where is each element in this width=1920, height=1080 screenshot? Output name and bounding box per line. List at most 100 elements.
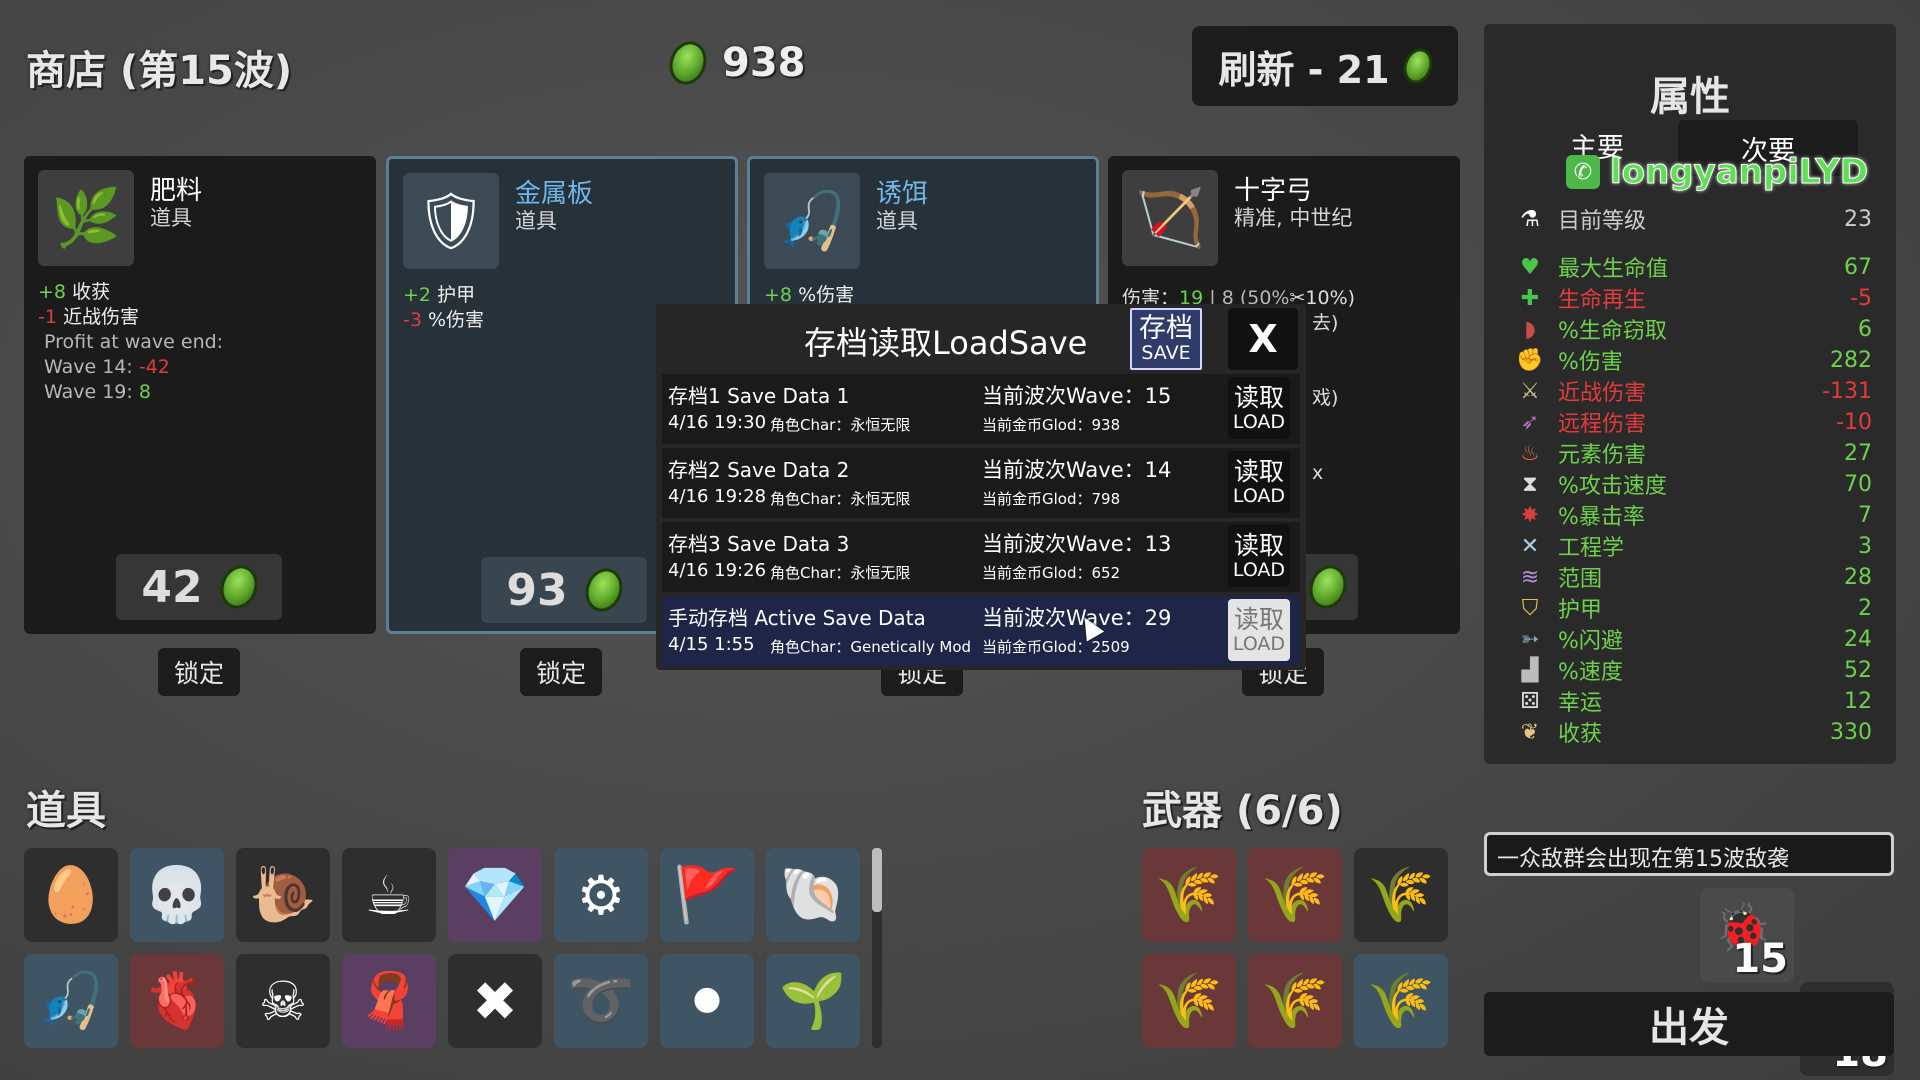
save-wave: 当前波次Wave：14 xyxy=(982,458,1172,482)
stat-row: ✊ %伤害 282 xyxy=(1510,345,1872,376)
close-button[interactable]: X xyxy=(1228,308,1298,370)
buy-button[interactable] xyxy=(1298,554,1358,620)
item-type: 道具 xyxy=(150,206,192,230)
save-time: 4/16 19:26 xyxy=(668,560,767,581)
level-icon: ⚗ xyxy=(1520,206,1540,232)
profit-row: Wave 14: -42 xyxy=(44,356,170,378)
snail-shell-icon[interactable]: 🐌 xyxy=(236,848,330,942)
save-time: 4/16 19:28 xyxy=(668,486,767,507)
stat-value: 23 xyxy=(1844,206,1872,232)
stat-label: %攻击速度 xyxy=(1558,474,1667,499)
stat-value: -1 xyxy=(38,306,57,328)
rainbow-egg-icon[interactable]: 🥚 xyxy=(24,848,118,942)
material-coin-icon xyxy=(663,36,713,90)
stat-row: ⛉ 护甲 2 xyxy=(1510,593,1872,624)
rope-icon[interactable]: ➰ xyxy=(554,954,648,1048)
load-button[interactable]: 读取 LOAD xyxy=(1228,525,1290,587)
stat-value: 28 xyxy=(1844,564,1872,590)
save-name: 手动存档 Active Save Data xyxy=(668,606,926,630)
stat-label: 收获 xyxy=(72,281,111,303)
save-slot-row: 存档2 Save Data 2 4/16 19:28 角色Char：永恒无限 当… xyxy=(662,448,1300,518)
stat-row: ✕ 工程学 3 xyxy=(1510,531,1872,562)
stat-label: 护甲 xyxy=(1558,598,1603,623)
stat-value: 27 xyxy=(1844,440,1872,466)
active-save-row: 手动存档 Active Save Data 4/15 1:55 角色Char：G… xyxy=(662,596,1300,666)
plant-staff-icon[interactable]: 🌾 xyxy=(1142,848,1236,942)
wechat-icon: ✆ xyxy=(1566,155,1600,189)
shop-title: 商店 (第15波) xyxy=(26,48,293,94)
shop-card-fertilizer[interactable]: 🌿 肥料 道具 +8 收获 -1 近战伤害 Profit at wave end… xyxy=(24,156,376,634)
buy-button[interactable]: 93 xyxy=(481,557,647,623)
heart-plus-icon: ✚ xyxy=(1520,285,1540,311)
plant-staff-icon[interactable]: 🌾 xyxy=(1354,848,1448,942)
stat-label: 幸运 xyxy=(1558,691,1603,716)
hourglass-icon: ⧗ xyxy=(1522,471,1538,497)
load-button[interactable]: 读取 LOAD xyxy=(1228,599,1290,661)
bow-icon: ➶ xyxy=(1520,409,1540,435)
enemy-slot: 🐞 15 xyxy=(1700,888,1794,982)
stat-value: 24 xyxy=(1844,626,1872,652)
plant-staff-icon[interactable]: 🌾 xyxy=(1142,954,1236,1048)
lock-button[interactable]: 锁定 xyxy=(520,648,602,696)
coffee-cup-icon[interactable]: ☕ xyxy=(342,848,436,942)
items-scrollbar[interactable] xyxy=(872,848,882,1048)
lock-button[interactable]: 锁定 xyxy=(158,648,240,696)
save-load-modal: 存档读取LoadSave 存档 SAVE X 存档1 Save Data 1 4… xyxy=(656,304,1306,670)
stat-value: +8 xyxy=(764,284,793,306)
load-button[interactable]: 读取 LOAD xyxy=(1228,377,1290,439)
stat-value: 52 xyxy=(1844,657,1872,683)
lure-icon[interactable]: 🎣 xyxy=(24,954,118,1048)
stat-label: 工程学 xyxy=(1558,536,1625,561)
stat-value: +2 xyxy=(403,284,432,306)
save-button[interactable]: 存档 SAVE xyxy=(1130,308,1202,370)
stat-value: +8 xyxy=(38,281,67,303)
plant-staff-icon[interactable]: 🌾 xyxy=(1354,954,1448,1048)
garden-bed-icon[interactable]: 🌱 xyxy=(766,954,860,1048)
profit-row: Wave 19: 8 xyxy=(44,381,151,403)
red-bandana-icon[interactable]: 🧣 xyxy=(342,954,436,1048)
gold-amount: 938 xyxy=(722,40,806,86)
range-scaling-icon: ) xyxy=(1347,287,1356,309)
stat-label: %伤害 xyxy=(428,309,485,331)
stat-label: 近战伤害 xyxy=(1558,381,1647,406)
go-button[interactable]: 出发 xyxy=(1484,992,1894,1056)
load-button[interactable]: 读取 LOAD xyxy=(1228,451,1290,513)
white-mask-icon[interactable]: 💀 xyxy=(130,848,224,942)
material-coin-icon xyxy=(214,560,264,614)
crit-icon: ✸ xyxy=(1520,502,1540,528)
shell-clam-icon[interactable]: 🐚 xyxy=(766,848,860,942)
skull-icon[interactable]: ☠ xyxy=(236,954,330,1048)
save-wave: 当前波次Wave：15 xyxy=(982,384,1172,408)
red-banner-icon[interactable]: 🚩 xyxy=(660,848,754,942)
green-gems-icon[interactable]: 💎 xyxy=(448,848,542,942)
stat-label: 元素伤害 xyxy=(1558,443,1647,468)
weapons-section-title: 武器 (6/6) xyxy=(1142,788,1343,834)
save-gold: 当前金币Glod：2509 xyxy=(982,638,1130,656)
reroll-button[interactable]: 刷新 - 21 xyxy=(1192,26,1458,106)
stat-label: 范围 xyxy=(1558,567,1603,592)
stat-value: 330 xyxy=(1830,719,1872,745)
save-char: 角色Char：Genetically Mod xyxy=(770,638,972,656)
buy-button[interactable]: 42 xyxy=(116,554,282,620)
black-balls-icon[interactable]: ⚫ xyxy=(660,954,754,1048)
stat-row: ✚ 生命再生 -5 xyxy=(1510,283,1872,314)
stat-row: ▟ %速度 52 xyxy=(1510,655,1872,686)
fang-icon: ◗ xyxy=(1524,316,1536,342)
item-type: 道具 xyxy=(876,209,918,233)
stat-row: ⚄ 幸运 12 xyxy=(1510,686,1872,717)
plant-staff-icon[interactable]: 🌾 xyxy=(1248,954,1342,1048)
plant-staff-icon[interactable]: 🌾 xyxy=(1248,848,1342,942)
scrollbar-thumb[interactable] xyxy=(872,848,882,912)
watermark-text: longyanpiLYD xyxy=(1609,152,1869,193)
red-claw-icon[interactable]: ✖ xyxy=(448,954,542,1048)
stomach-icon[interactable]: 🫀 xyxy=(130,954,224,1048)
stat-label: 远程伤害 xyxy=(1558,412,1647,437)
save-gold: 当前金币Glod：652 xyxy=(982,564,1121,582)
stat-row: ♥ 最大生命值 67 xyxy=(1510,252,1872,283)
weapons-grid: 🌾 🌾 🌾 🌾 🌾 🌾 xyxy=(1142,848,1448,1048)
flame-icon: ♨ xyxy=(1520,440,1540,466)
machine-icon[interactable]: ⚙ xyxy=(554,848,648,942)
wrench-icon: ✕ xyxy=(1520,533,1540,559)
material-coin-icon xyxy=(579,563,629,617)
save-time: 4/16 19:30 xyxy=(668,412,767,433)
